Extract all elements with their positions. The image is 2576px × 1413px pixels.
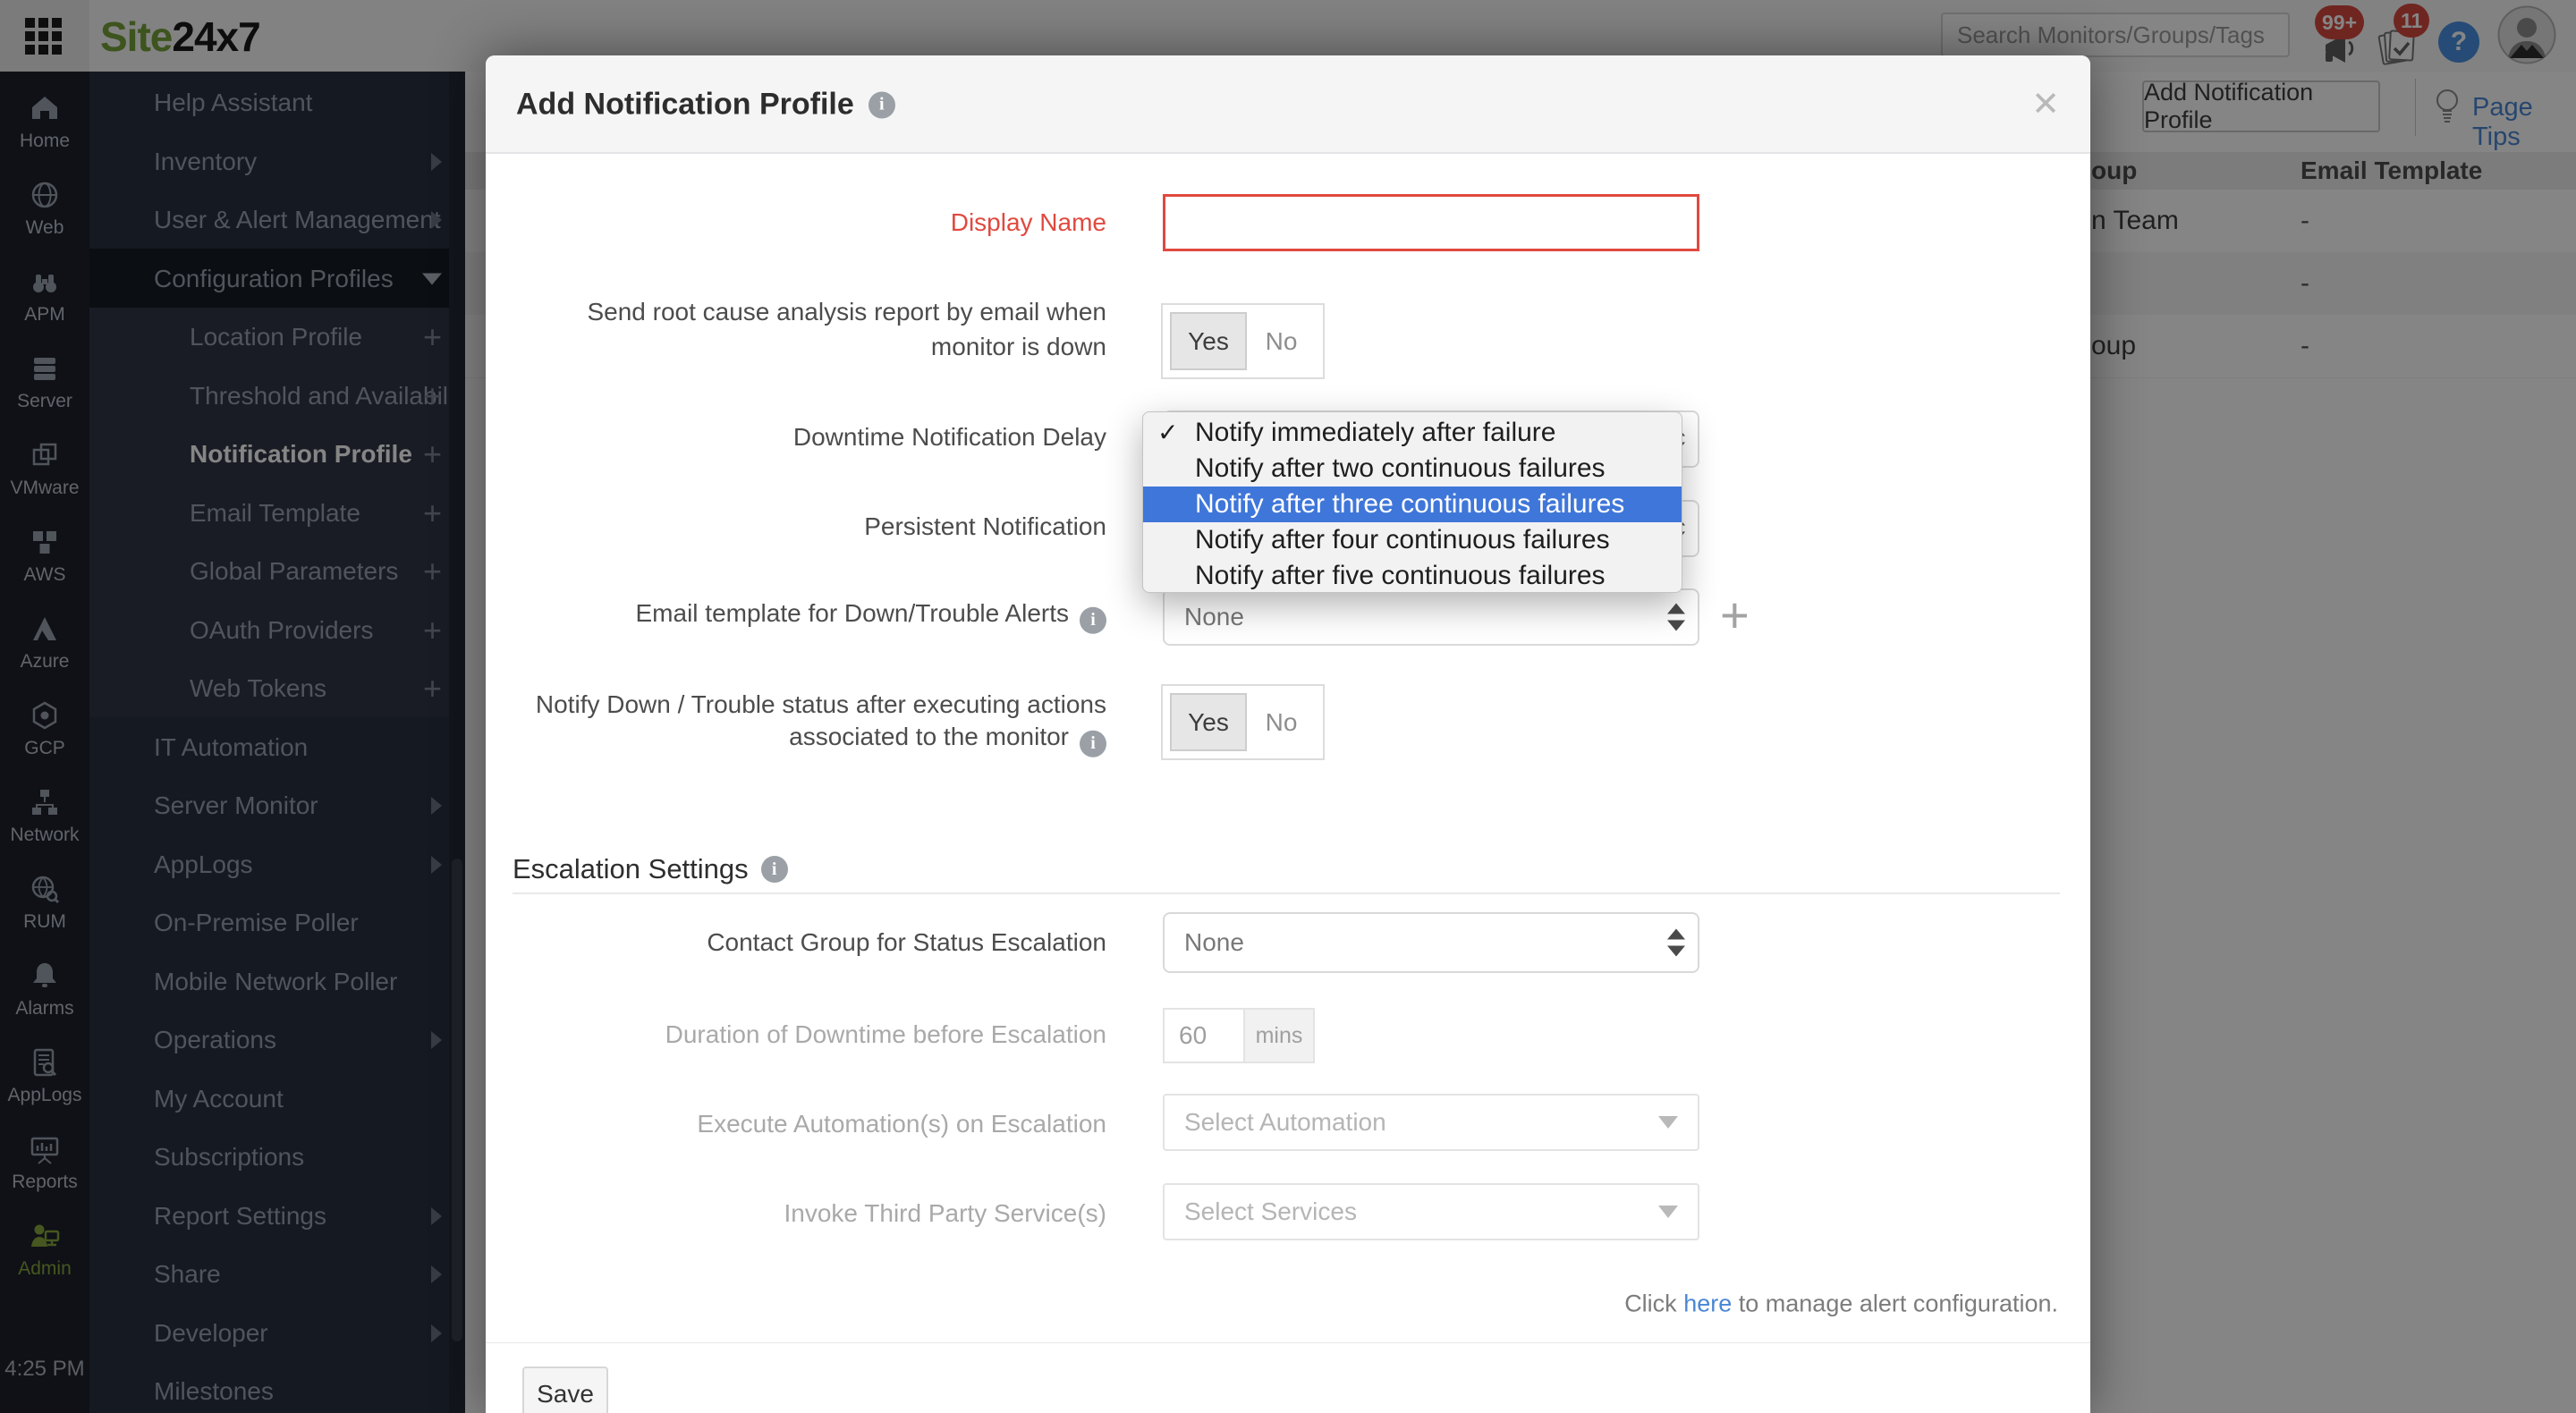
downtime-delay-label: Downtime Notification Delay bbox=[792, 423, 1106, 451]
dropdown-option-label: Notify after two continuous failures bbox=[1195, 453, 1606, 483]
automation-placeholder: Select Automation bbox=[1184, 1108, 1386, 1136]
section-divider bbox=[513, 893, 2060, 894]
automation-label: Execute Automation(s) on Escalation bbox=[697, 1110, 1106, 1138]
thirdparty-select[interactable]: Select Services bbox=[1163, 1183, 1699, 1240]
modal-title: Add Notification Profile i bbox=[516, 88, 895, 123]
email-template-label-text: Email template for Down/Trouble Alerts bbox=[635, 598, 1070, 627]
display-name-input[interactable] bbox=[1163, 194, 1699, 251]
duration-label: Duration of Downtime before Escalation bbox=[665, 1020, 1106, 1048]
rca-label-line1: Send root cause analysis report by email… bbox=[587, 298, 1106, 326]
email-template-select[interactable]: None bbox=[1163, 588, 1699, 646]
footer-divider bbox=[486, 1342, 2090, 1343]
notify-actions-toggle-yes[interactable]: Yes bbox=[1170, 693, 1247, 751]
note-pre: Click bbox=[1624, 1290, 1677, 1317]
dropdown-option-label: Notify after five continuous failures bbox=[1195, 561, 1606, 590]
contact-group-label: Contact Group for Status Escalation bbox=[707, 928, 1106, 956]
select-stepper-icon bbox=[1667, 928, 1685, 957]
contact-group-select[interactable]: None bbox=[1163, 912, 1699, 973]
dropdown-option-5[interactable]: Notify after five continuous failures bbox=[1143, 558, 1682, 594]
info-icon: i bbox=[1080, 730, 1106, 757]
display-name-label: Display Name bbox=[950, 208, 1106, 236]
thirdparty-placeholder: Select Services bbox=[1184, 1197, 1357, 1225]
escalation-settings-text: Escalation Settings bbox=[513, 853, 749, 884]
add-email-template-icon[interactable]: + bbox=[1720, 587, 1750, 644]
manage-alert-configuration-link[interactable]: here bbox=[1683, 1290, 1732, 1317]
alert-configuration-note: Click here to manage alert configuration… bbox=[1624, 1290, 2058, 1318]
dropdown-option-3[interactable]: Notify after three continuous failures bbox=[1143, 487, 1682, 522]
dropdown-option-label: Notify after four continuous failures bbox=[1195, 525, 1610, 554]
check-icon: ✓ bbox=[1157, 419, 1179, 446]
contact-group-value: None bbox=[1184, 928, 1244, 956]
rca-toggle[interactable]: Yes No bbox=[1161, 303, 1325, 379]
chevron-down-icon bbox=[1658, 1206, 1678, 1218]
duration-unit-label: mins bbox=[1245, 1008, 1315, 1063]
notify-actions-label-text: associated to the monitor bbox=[789, 722, 1069, 750]
info-icon: i bbox=[868, 91, 895, 118]
site24x7-app: Site24x7 99+ 11 ? HomeWebAPMServerVMware… bbox=[0, 0, 2576, 1413]
notify-actions-label-line1: Notify Down / Trouble status after execu… bbox=[535, 690, 1106, 718]
automation-select[interactable]: Select Automation bbox=[1163, 1094, 1699, 1151]
save-button[interactable]: Save bbox=[522, 1366, 608, 1413]
modal-header: Add Notification Profile i ✕ bbox=[486, 55, 2090, 154]
persistent-notification-label: Persistent Notification bbox=[864, 512, 1106, 540]
chevron-down-icon bbox=[1658, 1116, 1678, 1129]
dropdown-option-label: Notify after three continuous failures bbox=[1195, 489, 1625, 519]
save-button-label: Save bbox=[537, 1380, 594, 1408]
select-stepper-icon bbox=[1667, 603, 1685, 631]
rca-toggle-no[interactable]: No bbox=[1247, 327, 1316, 356]
escalation-settings-heading: Escalation Settings i bbox=[513, 853, 788, 885]
email-template-label: Email template for Down/Trouble Alerts i bbox=[486, 599, 1106, 634]
add-notification-profile-modal: Add Notification Profile i ✕ Display Nam… bbox=[486, 55, 2090, 1413]
rca-toggle-yes[interactable]: Yes bbox=[1170, 312, 1247, 370]
email-template-value: None bbox=[1184, 603, 1244, 630]
dropdown-option-2[interactable]: Notify after two continuous failures bbox=[1143, 451, 1682, 487]
dropdown-option-label: Notify immediately after failure bbox=[1195, 418, 1556, 447]
info-icon: i bbox=[760, 856, 788, 883]
close-icon[interactable]: ✕ bbox=[2031, 88, 2060, 122]
modal-title-text: Add Notification Profile bbox=[516, 87, 854, 122]
info-icon: i bbox=[1080, 606, 1106, 634]
notify-actions-toggle-no[interactable]: No bbox=[1247, 708, 1316, 737]
duration-input[interactable] bbox=[1163, 1008, 1245, 1063]
notify-actions-label-line2: associated to the monitor i bbox=[486, 723, 1106, 757]
note-post: to manage alert configuration. bbox=[1738, 1290, 2058, 1317]
thirdparty-label: Invoke Third Party Service(s) bbox=[784, 1199, 1107, 1227]
downtime-delay-dropdown: ✓ Notify immediately after failure Notify … bbox=[1142, 411, 1682, 593]
notify-actions-toggle[interactable]: Yes No bbox=[1161, 684, 1325, 760]
dropdown-option-1[interactable]: ✓ Notify immediately after failure bbox=[1143, 415, 1682, 451]
rca-label-line2: monitor is down bbox=[930, 333, 1106, 360]
dropdown-option-4[interactable]: Notify after four continuous failures bbox=[1143, 522, 1682, 558]
